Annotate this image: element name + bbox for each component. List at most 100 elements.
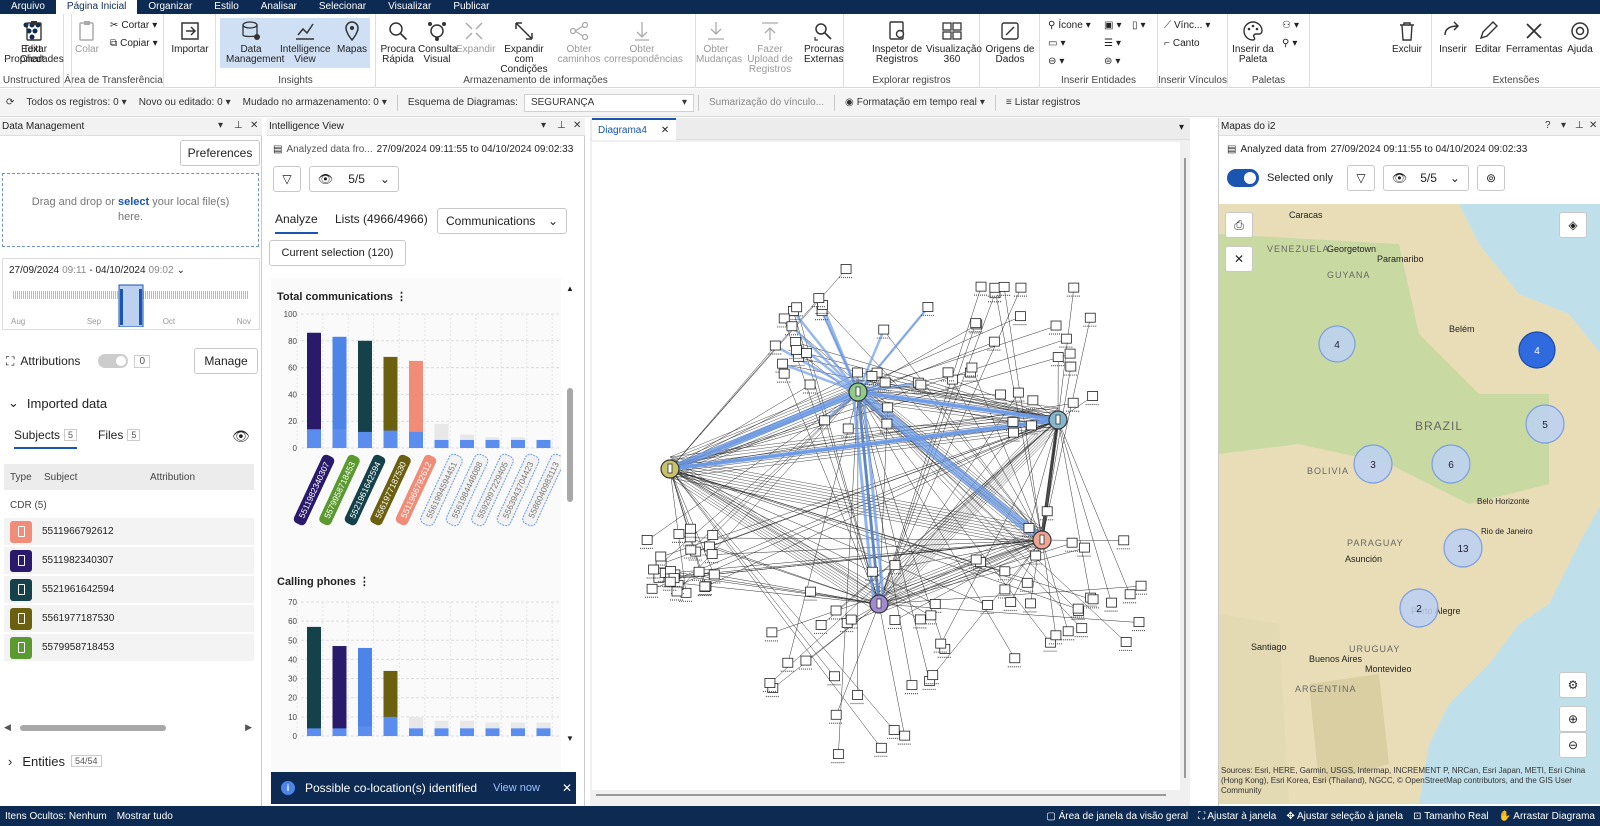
link-dropdown[interactable]: ⟋ Vínc... ▾: [1164, 20, 1210, 31]
phone-entity-icon[interactable]: [646, 583, 658, 594]
phone-entity-icon[interactable]: [1066, 537, 1078, 548]
phone-entity-icon[interactable]: [882, 402, 894, 413]
expand-conditions-button[interactable]: Expandir com Condições: [494, 20, 554, 75]
person-dropdown[interactable]: ⚇ ▾: [1282, 20, 1299, 31]
entities-header[interactable]: › Entities 54/54: [0, 748, 262, 774]
date-range-dropdown[interactable]: 27/09/2024 09:11 - 04/10/2024 09:02 ⌄: [9, 265, 185, 276]
diagram-canvas[interactable]: [592, 142, 1180, 790]
phone-entity-icon[interactable]: [879, 377, 891, 388]
phone-entity-icon[interactable]: [1065, 361, 1077, 372]
close-icon[interactable]: ✕: [562, 781, 572, 795]
tab-diagrama4[interactable]: Diagrama4 ✕: [592, 118, 676, 140]
table-row[interactable]: 5521961642594: [4, 576, 254, 604]
icon-dropdown[interactable]: ⚲ Ícone ▾: [1048, 20, 1091, 31]
scroll-down-icon[interactable]: ▼: [566, 734, 574, 743]
calling-phones-chart[interactable]: 0 10 20 30 40 50 60 70: [271, 596, 561, 766]
phone-entity-icon[interactable]: [999, 584, 1011, 595]
phone-entity-icon[interactable]: [1007, 416, 1019, 427]
copy-button[interactable]: ⧉ Copiar ▾: [110, 38, 158, 49]
phone-entity-icon[interactable]: [842, 423, 854, 434]
link[interactable]: [878, 416, 1059, 602]
phone-entity-icon[interactable]: [998, 281, 1010, 292]
phone-entity-icon[interactable]: [1076, 623, 1088, 634]
phone-entity-icon[interactable]: [1087, 391, 1099, 401]
current-selection-button[interactable]: Current selection (120): [269, 240, 406, 266]
bar-segment[interactable]: [383, 430, 398, 448]
link[interactable]: [1041, 425, 1059, 547]
fit-selection-button[interactable]: ✥ Ajustar seleção à janela: [1281, 811, 1408, 822]
delete-button[interactable]: Excluir: [1386, 20, 1428, 55]
zoom-out-button[interactable]: ⊖: [1559, 732, 1587, 758]
scrollbar-thumb[interactable]: [596, 794, 1166, 796]
phone-entity-icon[interactable]: [1030, 550, 1042, 561]
phone-entity-icon[interactable]: [878, 324, 890, 335]
phone-entity-icon[interactable]: [813, 293, 825, 304]
phone-entity-icon[interactable]: [840, 264, 852, 274]
phone-entity-icon[interactable]: [875, 742, 887, 753]
view-360-button[interactable]: Visualização 360: [926, 20, 982, 65]
phone-entity-icon[interactable]: [1015, 282, 1027, 293]
file-drop-zone[interactable]: Drag and drop or select your local file(…: [2, 173, 259, 247]
phone-entity-icon[interactable]: [830, 605, 842, 616]
phone-entity-icon[interactable]: [1135, 580, 1147, 591]
entity-box-dropdown[interactable]: ▭ ▾: [1048, 38, 1065, 49]
scroll-right-icon[interactable]: ▶: [245, 722, 252, 733]
phone-entity-icon[interactable]: [1041, 506, 1053, 517]
zoom-in-button[interactable]: ⊕: [1559, 706, 1587, 732]
phone-entity-icon[interactable]: [685, 523, 696, 534]
phone-entity-icon[interactable]: [845, 614, 857, 625]
menu-organizar[interactable]: Organizar: [137, 0, 203, 14]
phone-entity-icon[interactable]: [708, 569, 720, 580]
bar[interactable]: [358, 647, 372, 736]
bar-segment[interactable]: [511, 728, 525, 736]
data-management-button[interactable]: Data Management: [226, 20, 284, 65]
link[interactable]: [669, 471, 1043, 544]
bar-segment[interactable]: [358, 726, 372, 736]
scroll-up-icon[interactable]: ▲: [566, 284, 574, 293]
phone-entity-icon[interactable]: [970, 554, 982, 565]
help-icon[interactable]: ?: [1545, 120, 1551, 131]
metric-dropdown[interactable]: Communications ⌄: [437, 208, 567, 234]
link[interactable]: [1041, 539, 1124, 542]
import-button[interactable]: Importar: [170, 20, 210, 55]
all-records-dropdown[interactable]: Todos os registros: 0 ▾: [20, 97, 132, 108]
phone-entity-icon[interactable]: [778, 368, 790, 379]
pin-icon[interactable]: ⊥: [1575, 120, 1584, 131]
maps-button[interactable]: Mapas: [334, 20, 370, 55]
phone-entity-icon[interactable]: [970, 318, 982, 329]
panel-menu-icon[interactable]: ▾: [541, 120, 546, 131]
link[interactable]: [674, 539, 1043, 579]
phone-entity-icon[interactable]: [989, 282, 1001, 293]
phone-entity-icon[interactable]: [777, 358, 788, 369]
cut-button[interactable]: ✂ Cortar ▾: [110, 20, 157, 31]
table-row[interactable]: 5579958718453: [4, 634, 254, 662]
phone-entity-icon[interactable]: [866, 566, 878, 577]
map-visibility-dropdown[interactable]: 👁 5/5 ⌄: [1383, 165, 1469, 191]
phone-entity-icon[interactable]: [915, 379, 927, 390]
filter-button[interactable]: ▽: [273, 166, 301, 192]
refresh-button[interactable]: ⟳: [0, 97, 20, 108]
bar[interactable]: [358, 340, 372, 448]
show-all-link[interactable]: Mostrar tudo: [112, 811, 178, 822]
menu-estilo[interactable]: Estilo: [203, 0, 249, 14]
phone-entity-icon[interactable]: [1025, 598, 1036, 609]
phone-entity-icon[interactable]: [988, 336, 1000, 347]
close-icon[interactable]: ✕: [1589, 120, 1597, 131]
phone-entity-icon[interactable]: [881, 418, 893, 429]
menu-visualizar[interactable]: Visualizar: [377, 0, 442, 14]
upload-records-button[interactable]: Fazer Upload de Registros: [740, 20, 800, 75]
link[interactable]: [669, 468, 1043, 541]
subjects-tab[interactable]: Subjects 5: [14, 428, 78, 449]
network-graph[interactable]: [592, 142, 1180, 790]
phone-entity-icon[interactable]: [888, 725, 900, 735]
selected-only-toggle[interactable]: [1227, 169, 1259, 187]
phone-entity-icon[interactable]: [782, 657, 794, 668]
drag-diagram-button[interactable]: ✋ Arrastar Diagrama: [1494, 811, 1600, 822]
locate-button[interactable]: ⊚: [1477, 165, 1505, 191]
phone-entity-icon[interactable]: [914, 614, 926, 625]
table-row[interactable]: 5561977187530: [4, 605, 254, 633]
bar[interactable]: [332, 646, 347, 736]
bar-segment[interactable]: [307, 429, 321, 448]
bar-segment[interactable]: [332, 429, 347, 448]
phone-entity-icon[interactable]: [805, 586, 816, 597]
